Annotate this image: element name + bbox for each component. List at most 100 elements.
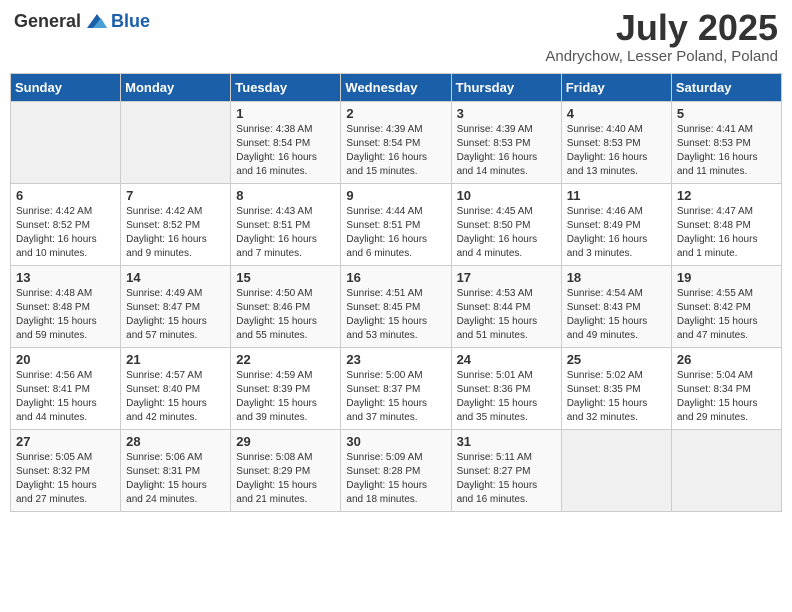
calendar-cell: 24 Sunrise: 5:01 AM Sunset: 8:36 PM Dayli… [451,348,561,430]
day-number: 9 [346,188,445,203]
day-number: 23 [346,352,445,367]
calendar-cell: 8 Sunrise: 4:43 AM Sunset: 8:51 PM Daylig… [231,184,341,266]
day-number: 26 [677,352,776,367]
day-number: 27 [16,434,115,449]
day-number: 15 [236,270,335,285]
day-number: 28 [126,434,225,449]
day-detail: Sunrise: 4:54 AM Sunset: 8:43 PM Dayligh… [567,287,666,343]
day-detail: Sunrise: 5:02 AM Sunset: 8:35 PM Dayligh… [567,369,666,425]
day-number: 16 [346,270,445,285]
day-detail: Sunrise: 4:39 AM Sunset: 8:53 PM Dayligh… [457,123,556,179]
page-header: General Blue July 2025 Andrychow, Lesser… [10,10,782,65]
calendar-cell: 6 Sunrise: 4:42 AM Sunset: 8:52 PM Daylig… [11,184,121,266]
calendar-cell: 13Sunrise: 4:48 AM Sunset: 8:48 PM Dayli… [11,266,121,348]
day-number: 29 [236,434,335,449]
day-number: 25 [567,352,666,367]
day-number: 21 [126,352,225,367]
calendar-cell [561,430,671,512]
calendar-cell: 20Sunrise: 4:56 AM Sunset: 8:41 PM Dayli… [11,348,121,430]
title-block: July 2025 Andrychow, Lesser Poland, Pola… [545,10,778,65]
day-detail: Sunrise: 4:38 AM Sunset: 8:54 PM Dayligh… [236,123,335,179]
day-detail: Sunrise: 4:55 AM Sunset: 8:42 PM Dayligh… [677,287,776,343]
month-title: July 2025 [545,10,778,46]
calendar-cell [671,430,781,512]
day-detail: Sunrise: 4:53 AM Sunset: 8:44 PM Dayligh… [457,287,556,343]
calendar-cell: 28Sunrise: 5:06 AM Sunset: 8:31 PM Dayli… [121,430,231,512]
day-number: 10 [457,188,556,203]
day-detail: Sunrise: 5:08 AM Sunset: 8:29 PM Dayligh… [236,451,335,507]
day-detail: Sunrise: 5:04 AM Sunset: 8:34 PM Dayligh… [677,369,776,425]
day-number: 22 [236,352,335,367]
calendar-cell: 27 Sunrise: 5:05 AM Sunset: 8:32 PM Dayli… [11,430,121,512]
day-detail: Sunrise: 4:39 AM Sunset: 8:54 PM Dayligh… [346,123,445,179]
calendar-cell: 11 Sunrise: 4:46 AM Sunset: 8:49 PM Dayli… [561,184,671,266]
day-detail: Sunrise: 4:44 AM Sunset: 8:51 PM Dayligh… [346,205,445,261]
calendar-cell: 17 Sunrise: 4:53 AM Sunset: 8:44 PM Dayli… [451,266,561,348]
calendar-cell: 4Sunrise: 4:40 AM Sunset: 8:53 PM Daylig… [561,102,671,184]
calendar-cell: 29 Sunrise: 5:08 AM Sunset: 8:29 PM Dayli… [231,430,341,512]
day-number: 19 [677,270,776,285]
calendar-cell: 22 Sunrise: 4:59 AM Sunset: 8:39 PM Dayli… [231,348,341,430]
day-detail: Sunrise: 5:01 AM Sunset: 8:36 PM Dayligh… [457,369,556,425]
day-detail: Sunrise: 4:59 AM Sunset: 8:39 PM Dayligh… [236,369,335,425]
day-number: 11 [567,188,666,203]
calendar-header-saturday: Saturday [671,74,781,102]
calendar-cell: 26 Sunrise: 5:04 AM Sunset: 8:34 PM Dayli… [671,348,781,430]
day-number: 1 [236,106,335,121]
calendar-cell: 5 Sunrise: 4:41 AM Sunset: 8:53 PM Daylig… [671,102,781,184]
calendar-cell: 23Sunrise: 5:00 AM Sunset: 8:37 PM Dayli… [341,348,451,430]
calendar-cell: 18 Sunrise: 4:54 AM Sunset: 8:43 PM Dayli… [561,266,671,348]
day-detail: Sunrise: 5:11 AM Sunset: 8:27 PM Dayligh… [457,451,556,507]
logo-general-text: General [14,11,81,32]
day-number: 14 [126,270,225,285]
calendar-cell: 14 Sunrise: 4:49 AM Sunset: 8:47 PM Dayli… [121,266,231,348]
logo: General Blue [14,10,150,32]
calendar-cell: 7 Sunrise: 4:42 AM Sunset: 8:52 PM Daylig… [121,184,231,266]
day-number: 12 [677,188,776,203]
calendar-cell: 12 Sunrise: 4:47 AM Sunset: 8:48 PM Dayli… [671,184,781,266]
calendar-cell [121,102,231,184]
day-number: 3 [457,106,556,121]
day-detail: Sunrise: 4:42 AM Sunset: 8:52 PM Dayligh… [126,205,225,261]
day-number: 8 [236,188,335,203]
calendar-header-thursday: Thursday [451,74,561,102]
day-detail: Sunrise: 4:45 AM Sunset: 8:50 PM Dayligh… [457,205,556,261]
logo-icon [85,10,107,32]
day-detail: Sunrise: 4:51 AM Sunset: 8:45 PM Dayligh… [346,287,445,343]
calendar-cell: 2Sunrise: 4:39 AM Sunset: 8:54 PM Daylig… [341,102,451,184]
calendar-cell: 3 Sunrise: 4:39 AM Sunset: 8:53 PM Daylig… [451,102,561,184]
day-detail: Sunrise: 4:48 AM Sunset: 8:48 PM Dayligh… [16,287,115,343]
day-number: 18 [567,270,666,285]
day-number: 5 [677,106,776,121]
calendar-cell: 1 Sunrise: 4:38 AM Sunset: 8:54 PM Daylig… [231,102,341,184]
day-number: 17 [457,270,556,285]
calendar-cell: 21Sunrise: 4:57 AM Sunset: 8:40 PM Dayli… [121,348,231,430]
logo-blue-text: Blue [111,11,150,32]
calendar-header-sunday: Sunday [11,74,121,102]
calendar-header-tuesday: Tuesday [231,74,341,102]
day-detail: Sunrise: 4:40 AM Sunset: 8:53 PM Dayligh… [567,123,666,179]
day-detail: Sunrise: 4:50 AM Sunset: 8:46 PM Dayligh… [236,287,335,343]
day-detail: Sunrise: 4:47 AM Sunset: 8:48 PM Dayligh… [677,205,776,261]
day-detail: Sunrise: 4:42 AM Sunset: 8:52 PM Dayligh… [16,205,115,261]
day-number: 24 [457,352,556,367]
calendar-week-row: 6 Sunrise: 4:42 AM Sunset: 8:52 PM Daylig… [11,184,782,266]
calendar-cell: 19 Sunrise: 4:55 AM Sunset: 8:42 PM Dayli… [671,266,781,348]
calendar-header-friday: Friday [561,74,671,102]
day-detail: Sunrise: 5:05 AM Sunset: 8:32 PM Dayligh… [16,451,115,507]
day-number: 6 [16,188,115,203]
calendar-week-row: 27 Sunrise: 5:05 AM Sunset: 8:32 PM Dayli… [11,430,782,512]
day-detail: Sunrise: 4:56 AM Sunset: 8:41 PM Dayligh… [16,369,115,425]
calendar-cell: 9 Sunrise: 4:44 AM Sunset: 8:51 PM Daylig… [341,184,451,266]
calendar-cell: 31Sunrise: 5:11 AM Sunset: 8:27 PM Dayli… [451,430,561,512]
calendar-header-wednesday: Wednesday [341,74,451,102]
day-detail: Sunrise: 4:41 AM Sunset: 8:53 PM Dayligh… [677,123,776,179]
calendar-cell: 15 Sunrise: 4:50 AM Sunset: 8:46 PM Dayli… [231,266,341,348]
day-detail: Sunrise: 4:43 AM Sunset: 8:51 PM Dayligh… [236,205,335,261]
day-detail: Sunrise: 4:46 AM Sunset: 8:49 PM Dayligh… [567,205,666,261]
calendar-header-monday: Monday [121,74,231,102]
day-number: 7 [126,188,225,203]
calendar-cell: 25 Sunrise: 5:02 AM Sunset: 8:35 PM Dayli… [561,348,671,430]
day-detail: Sunrise: 5:09 AM Sunset: 8:28 PM Dayligh… [346,451,445,507]
day-detail: Sunrise: 4:49 AM Sunset: 8:47 PM Dayligh… [126,287,225,343]
